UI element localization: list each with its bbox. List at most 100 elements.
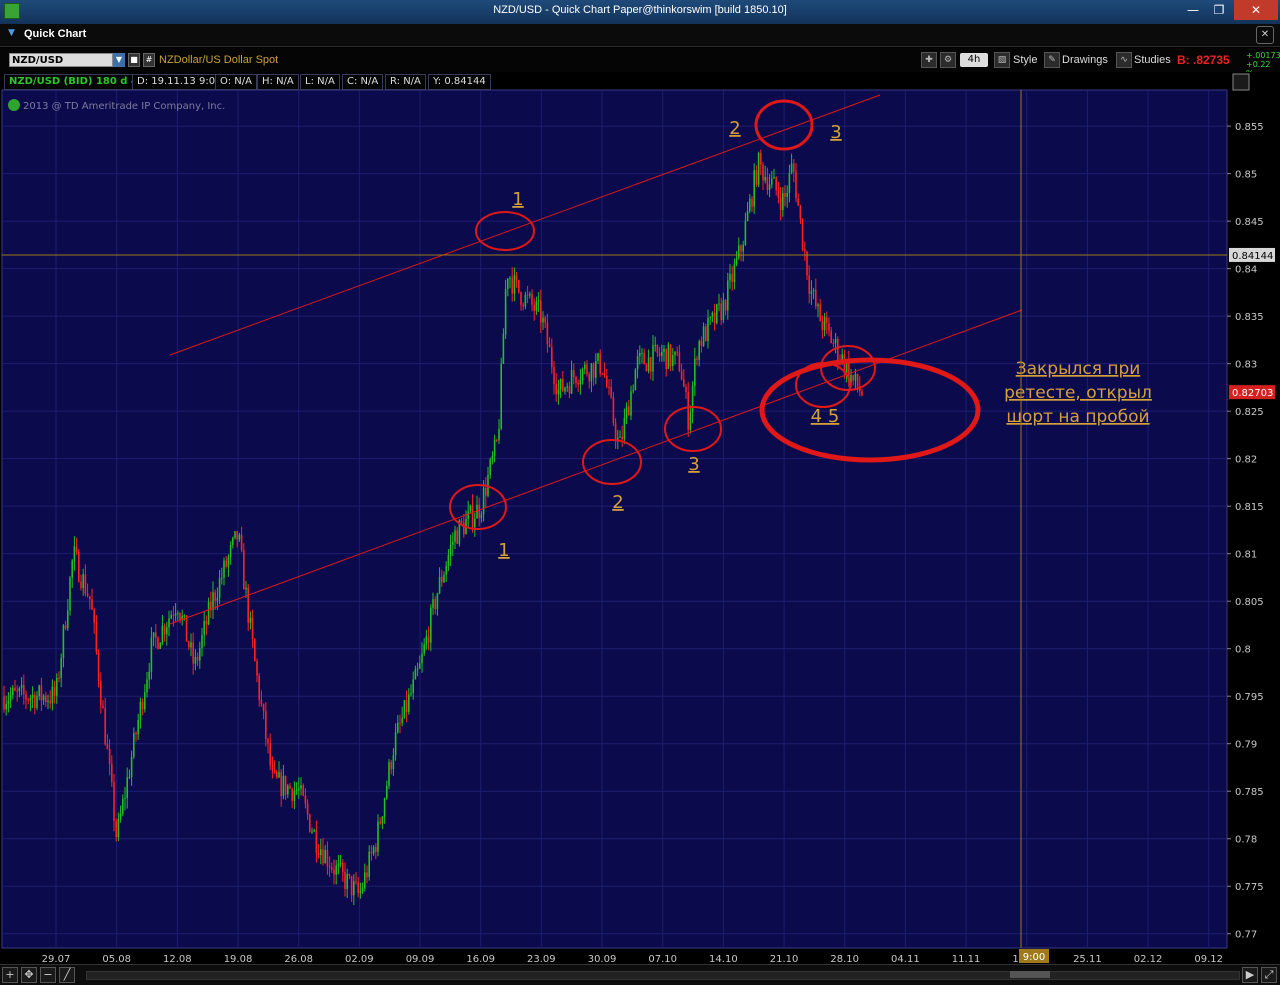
candle-body bbox=[568, 386, 571, 394]
candle-body bbox=[515, 275, 518, 280]
candle-body bbox=[597, 353, 599, 362]
candle-body bbox=[698, 340, 700, 360]
info-low: L: N/A bbox=[300, 74, 340, 90]
candle-body bbox=[328, 866, 331, 868]
candle-body bbox=[31, 694, 34, 699]
candle-body bbox=[509, 277, 511, 279]
studies-button[interactable]: Studies bbox=[1134, 52, 1171, 68]
zoom-out-icon[interactable]: − bbox=[40, 967, 56, 983]
minimize-button[interactable]: — bbox=[1180, 0, 1206, 20]
price-chart[interactable]: 0.8550.850.8450.840.8350.830.8250.820.81… bbox=[0, 72, 1280, 965]
candle-body bbox=[364, 872, 366, 889]
candle-body bbox=[551, 347, 553, 368]
candle-body bbox=[5, 703, 7, 710]
candle-body bbox=[427, 636, 430, 643]
x-tick-label: 16.09 bbox=[466, 954, 495, 964]
candle-body bbox=[650, 357, 652, 372]
candle-body bbox=[172, 615, 175, 617]
candle-body bbox=[672, 355, 674, 367]
pencil-icon[interactable]: ✎ bbox=[1044, 52, 1060, 68]
candle-body bbox=[485, 487, 487, 496]
aggregation-selector[interactable]: 4h bbox=[960, 53, 988, 67]
crosshair-tool-icon[interactable]: ✚ bbox=[921, 52, 937, 68]
candle-body bbox=[762, 164, 764, 181]
candle-body bbox=[430, 607, 432, 643]
candle-body bbox=[86, 593, 89, 597]
candle-body bbox=[619, 436, 621, 438]
candle-body bbox=[476, 504, 478, 519]
candle-body bbox=[196, 656, 199, 661]
zoom-in-icon[interactable]: + bbox=[2, 967, 18, 983]
candle-body bbox=[25, 694, 27, 700]
drawing-line-icon[interactable]: ╱ bbox=[59, 967, 75, 983]
candle-body bbox=[683, 379, 685, 387]
candle-body bbox=[443, 574, 445, 583]
candle-body bbox=[669, 344, 672, 367]
candle-body bbox=[643, 352, 645, 365]
candle-body bbox=[606, 376, 608, 387]
color-square-icon[interactable]: ■ bbox=[128, 53, 140, 67]
candle-body bbox=[713, 312, 716, 324]
candle-body bbox=[581, 369, 584, 380]
copyright-text: 2013 @ TD Ameritrade IP Company, Inc. bbox=[23, 101, 225, 112]
candle-body bbox=[834, 339, 837, 344]
y-tick-label: 0.8 bbox=[1235, 645, 1251, 656]
candle-body bbox=[705, 326, 707, 342]
symbol-input[interactable]: NZD/USD bbox=[9, 53, 113, 67]
candle-body bbox=[766, 176, 769, 190]
candle-body bbox=[397, 722, 399, 733]
candle-body bbox=[399, 722, 401, 724]
scroll-thumb[interactable] bbox=[1010, 971, 1050, 978]
candle-body bbox=[531, 293, 533, 305]
candle-body bbox=[601, 373, 604, 375]
hash-icon[interactable]: # bbox=[143, 53, 155, 67]
drawings-button[interactable]: Drawings bbox=[1062, 52, 1108, 68]
symbol-dropdown-icon[interactable]: ▼ bbox=[113, 53, 125, 67]
scroll-right-icon[interactable]: ▶ bbox=[1242, 967, 1258, 983]
candle-body bbox=[75, 546, 78, 552]
candle-body bbox=[124, 798, 126, 800]
panel-close-button[interactable]: ✕ bbox=[1256, 26, 1274, 44]
maximize-button[interactable]: ❐ bbox=[1206, 0, 1232, 20]
note-line: ретесте, открыл bbox=[1004, 383, 1152, 403]
candle-body bbox=[161, 625, 164, 643]
y-tick-label: 0.805 bbox=[1235, 597, 1264, 608]
x-tick-label: 04.11 bbox=[891, 954, 920, 964]
chart-toolbar: NZD/USD ▼ ■ # NZDollar/US Dollar Spot ✚ … bbox=[0, 48, 1280, 78]
style-icon[interactable]: ▧ bbox=[994, 52, 1010, 68]
candle-body bbox=[573, 369, 575, 378]
candle-body bbox=[287, 785, 289, 795]
wrench-icon[interactable]: ⚙ bbox=[940, 52, 956, 68]
candle-body bbox=[540, 300, 542, 323]
candle-body bbox=[749, 198, 751, 212]
candle-body bbox=[302, 785, 304, 796]
last-price-tag-text: 0.82703 bbox=[1232, 388, 1273, 399]
info-date: D: 19.11.13 9:00 bbox=[132, 74, 227, 90]
candle-body bbox=[36, 695, 38, 708]
candle-body bbox=[815, 289, 817, 307]
pan-icon[interactable]: ✥ bbox=[21, 967, 37, 983]
scroll-track[interactable] bbox=[86, 971, 1240, 980]
candle-body bbox=[23, 684, 25, 695]
candle-body bbox=[260, 699, 263, 705]
candle-body bbox=[157, 637, 159, 649]
x-tick-label: 21.10 bbox=[770, 954, 799, 964]
close-window-button[interactable]: ✕ bbox=[1234, 0, 1278, 20]
chart-area[interactable]: 0.855 0.85 0.845 0.84 0.835 0.83 0.825 0.82 0.81… bbox=[0, 72, 1280, 965]
candle-body bbox=[546, 322, 549, 345]
studies-icon[interactable]: ∿ bbox=[1116, 52, 1132, 68]
candle-body bbox=[216, 597, 219, 601]
expand-icon[interactable]: ⤢ bbox=[1261, 967, 1277, 983]
candle-body bbox=[69, 577, 71, 611]
candle-body bbox=[711, 312, 714, 318]
candle-body bbox=[27, 699, 29, 701]
candle-body bbox=[78, 551, 80, 582]
candle-body bbox=[300, 785, 302, 789]
candle-body bbox=[126, 777, 128, 799]
x-tick-label: 30.09 bbox=[588, 954, 617, 964]
style-button[interactable]: Style bbox=[1013, 52, 1037, 68]
candle-body bbox=[720, 303, 722, 321]
candle-body bbox=[80, 581, 82, 588]
chevron-down-icon[interactable]: ▼ bbox=[8, 28, 15, 38]
candle-body bbox=[3, 696, 5, 710]
